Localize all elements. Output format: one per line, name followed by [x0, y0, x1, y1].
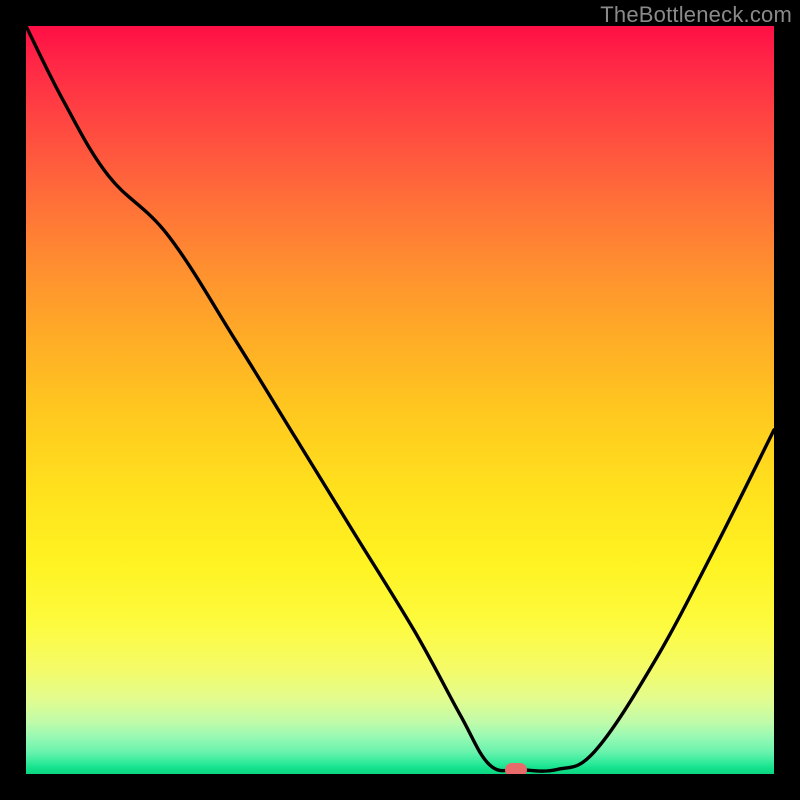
plot-area — [26, 26, 774, 774]
curve-path — [26, 26, 774, 771]
current-config-marker — [505, 763, 527, 775]
bottleneck-curve — [26, 26, 774, 774]
watermark-text: TheBottleneck.com — [600, 2, 792, 28]
chart-frame: TheBottleneck.com — [0, 0, 800, 800]
